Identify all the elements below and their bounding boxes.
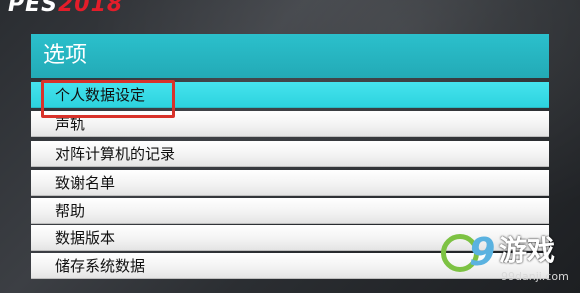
menu-item-vs-com-record[interactable]: 对阵计算机的记录 — [31, 141, 549, 167]
menu-item-label: 对阵计算机的记录 — [55, 145, 176, 163]
99danji-watermark: 9 游戏 99danji.com — [441, 230, 571, 288]
logo-year: 2018 — [58, 0, 124, 17]
menu-item-label: 致谢名单 — [55, 174, 116, 192]
menu-item-help[interactable]: 帮助 — [31, 198, 549, 224]
pes-2018-logo: PES2018 — [8, 0, 123, 17]
menu-item-credits[interactable]: 致谢名单 — [31, 170, 549, 196]
watermark-name: 游戏 — [499, 234, 556, 267]
page-title: 选项 — [43, 43, 88, 68]
logo-brand: PES — [8, 0, 58, 17]
watermark-mark: 9 — [469, 230, 496, 274]
options-title-bar: 选项 — [31, 34, 549, 78]
watermark-url: 99danji.com — [501, 270, 569, 283]
menu-item-label: 储存系统数据 — [55, 257, 146, 275]
menu-item-label: 数据版本 — [55, 229, 116, 247]
menu-item-label: 帮助 — [55, 202, 86, 220]
red-highlight-box — [41, 80, 175, 118]
